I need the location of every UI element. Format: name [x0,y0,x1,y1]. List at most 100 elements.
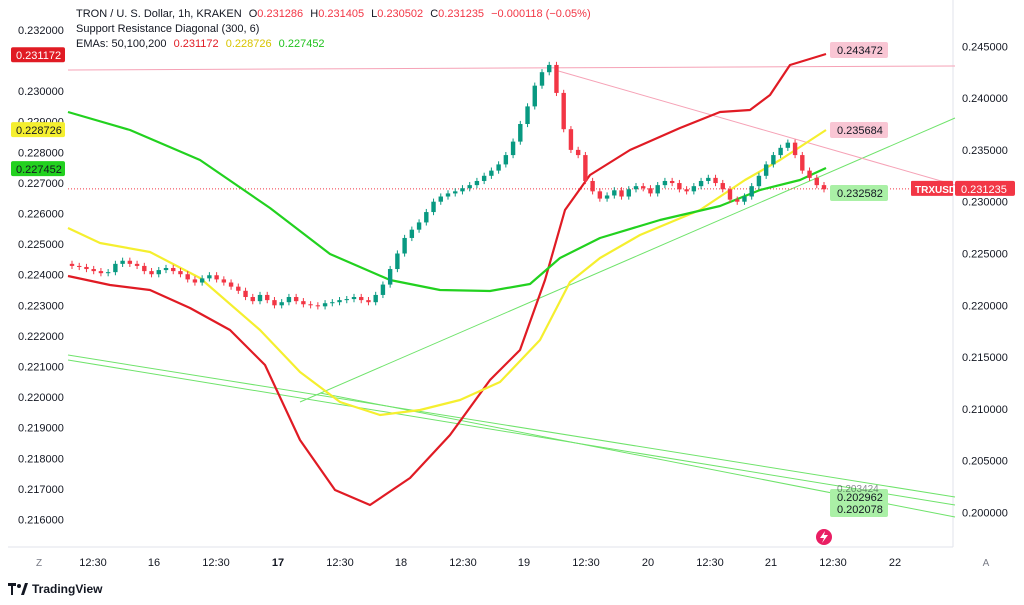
candle[interactable] [684,186,689,195]
candle[interactable] [236,283,241,294]
candle[interactable] [395,250,400,273]
candle[interactable] [648,185,653,197]
candle[interactable] [431,198,436,216]
candle[interactable] [366,297,371,306]
candle[interactable] [655,182,660,197]
candle[interactable] [214,272,219,283]
candle[interactable] [641,183,646,192]
candle[interactable] [532,82,537,110]
candle[interactable] [416,219,422,233]
candle[interactable] [113,260,118,276]
candle[interactable] [800,151,805,174]
candle[interactable] [315,302,321,310]
price-chart[interactable]: 0.245000 0.240000 0.235000 0.230000 0.225000… [0,0,1024,605]
candle[interactable] [293,293,299,305]
candle[interactable] [720,179,725,193]
candle[interactable] [438,193,443,205]
candle[interactable] [380,281,386,299]
indicator-line[interactable]: Support Resistance Diagonal (300, 6) [76,22,263,36]
candle[interactable] [308,301,313,309]
candle[interactable] [149,268,154,278]
candle[interactable] [69,260,75,270]
candle[interactable] [525,103,530,128]
candle[interactable] [518,120,523,145]
candle[interactable] [626,186,631,200]
candle[interactable] [344,295,349,304]
candle[interactable] [662,177,668,189]
candle[interactable] [713,174,718,187]
candle[interactable] [207,272,212,282]
candle[interactable] [77,262,82,271]
candle[interactable] [467,182,472,192]
candle[interactable] [134,260,140,270]
candle[interactable] [590,177,595,195]
candle[interactable] [351,293,357,303]
candle[interactable] [691,183,697,195]
candle[interactable] [778,144,783,159]
candle[interactable] [257,291,263,305]
candle[interactable] [481,172,487,185]
candle[interactable] [163,264,169,274]
candle[interactable] [337,297,342,306]
candle[interactable] [612,187,617,199]
candle[interactable] [669,177,675,187]
candle[interactable] [127,257,133,267]
candle[interactable] [785,139,791,151]
candle[interactable] [489,167,494,179]
candle[interactable] [272,297,277,309]
candle[interactable] [453,188,458,197]
candle[interactable] [373,291,378,306]
candle[interactable] [561,89,566,133]
candle[interactable] [698,177,704,190]
candle[interactable] [547,61,552,76]
candle[interactable] [510,138,516,159]
candle[interactable] [575,146,581,159]
candle[interactable] [568,126,574,154]
candle[interactable] [792,139,798,159]
tradingview-logo[interactable]: TradingView [8,582,102,596]
candle[interactable] [192,276,198,286]
candle[interactable] [402,234,407,257]
candle[interactable] [221,276,227,286]
candle[interactable] [330,299,335,307]
candle[interactable] [445,190,451,200]
candle[interactable] [756,172,762,190]
candle[interactable] [503,151,509,168]
candle[interactable] [677,179,682,193]
candle[interactable] [142,262,147,275]
candle[interactable] [474,177,480,189]
candle[interactable] [105,269,111,277]
candle[interactable] [554,61,559,97]
candle[interactable] [98,268,104,277]
candle[interactable] [460,185,465,195]
candle[interactable] [424,208,429,226]
candle[interactable] [633,183,639,193]
candle[interactable] [301,298,306,308]
candle[interactable] [228,279,234,290]
candle[interactable] [243,287,248,301]
candle[interactable] [91,265,96,275]
candle[interactable] [597,188,603,202]
candle[interactable] [286,293,292,306]
candle[interactable] [539,69,545,89]
candle[interactable] [359,293,364,304]
candle[interactable] [807,167,812,181]
candle[interactable] [265,291,270,304]
candle[interactable] [583,151,588,185]
candle[interactable] [496,161,501,174]
candle[interactable] [821,182,827,193]
candle[interactable] [171,264,176,275]
candle[interactable] [604,192,610,202]
candle[interactable] [279,299,284,309]
candle[interactable] [763,161,769,179]
candle[interactable] [387,265,393,288]
candle[interactable] [322,300,328,310]
candle[interactable] [250,293,255,305]
candle[interactable] [120,257,125,267]
candle[interactable] [156,266,161,278]
candle[interactable] [749,183,754,200]
candle[interactable] [84,263,89,273]
candle[interactable] [199,275,205,286]
ema-legend[interactable]: EMAs: 50,100,200 0.231172 0.228726 0.227… [76,37,329,51]
candle[interactable] [706,174,711,185]
